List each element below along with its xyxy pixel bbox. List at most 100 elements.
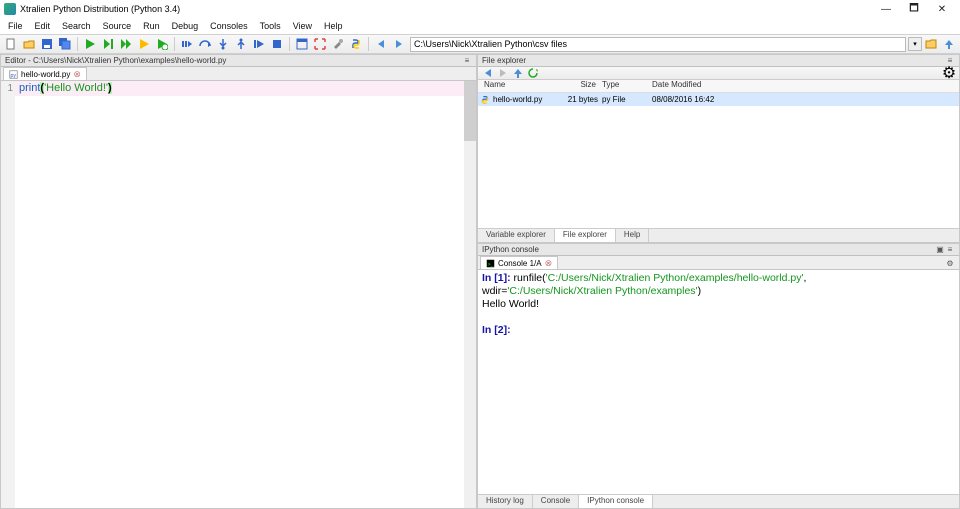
fullscreen-button[interactable] — [312, 36, 328, 52]
file-size: 21 bytes — [562, 95, 602, 104]
refresh-explorer-button[interactable] — [527, 67, 539, 79]
window-title: Xtralien Python Distribution (Python 3.4… — [20, 4, 180, 14]
file-row[interactable]: hello-world.py 21 bytes py File 08/08/20… — [478, 93, 959, 106]
app-icon — [4, 3, 16, 15]
debug-button[interactable] — [179, 36, 195, 52]
up-dir-button[interactable] — [512, 67, 524, 79]
editor-options-button[interactable]: ≡ — [462, 56, 472, 66]
file-type: py File — [602, 95, 652, 104]
console-line-4: In [2]: — [482, 324, 955, 337]
console-gear-button[interactable]: ⚙ — [945, 259, 955, 269]
continue-button[interactable] — [251, 36, 267, 52]
tab-ipython-console[interactable]: IPython console — [579, 495, 653, 508]
col-type[interactable]: Type — [602, 80, 652, 92]
code-line-1: print('Hello World!') — [19, 81, 112, 96]
parent-dir-button[interactable] — [941, 36, 957, 52]
python-path-button[interactable] — [348, 36, 364, 52]
close-button[interactable]: ✕ — [928, 2, 956, 16]
editor-tab[interactable]: py hello-world.py ⊗ — [3, 67, 87, 80]
tab-console[interactable]: Console — [533, 495, 579, 508]
next-dir-button[interactable] — [497, 67, 509, 79]
file-explorer-title-bar: File explorer ≡ — [478, 55, 959, 67]
editor-title-bar: Editor - C:\Users\Nick\Xtralien Python\e… — [1, 55, 476, 67]
editor-scrollbar[interactable] — [464, 81, 476, 508]
file-explorer-title: File explorer — [482, 56, 526, 65]
python-file-icon — [480, 95, 490, 105]
run-cell-advance-button[interactable] — [118, 36, 134, 52]
console-output[interactable]: In [1]: runfile('C:/Users/Nick/Xtralien … — [478, 270, 959, 494]
col-size[interactable]: Size — [558, 80, 602, 92]
tab-help[interactable]: Help — [616, 229, 649, 242]
preferences-button[interactable] — [330, 36, 346, 52]
editor-tabstrip: py hello-world.py ⊗ — [1, 67, 476, 81]
save-button[interactable] — [39, 36, 55, 52]
file-explorer-body[interactable] — [478, 106, 959, 241]
file-explorer-pane: File explorer ≡ ⚙ Name Size Type Date Mo… — [477, 54, 960, 243]
editor-tab-close-icon[interactable]: ⊗ — [73, 69, 81, 80]
menu-run[interactable]: Run — [137, 21, 166, 31]
prev-dir-button[interactable] — [482, 67, 494, 79]
tab-file-explorer[interactable]: File explorer — [555, 229, 616, 242]
menu-help[interactable]: Help — [318, 21, 349, 31]
console-line-2: wdir='C:/Users/Nick/Xtralien Python/exam… — [482, 285, 955, 298]
file-list-header[interactable]: Name Size Type Date Modified — [478, 80, 959, 93]
explorer-tab-row: Variable explorer File explorer Help — [478, 228, 959, 242]
file-name: hello-world.py — [493, 95, 542, 104]
tab-variable-explorer[interactable]: Variable explorer — [478, 229, 555, 242]
open-file-button[interactable] — [21, 36, 37, 52]
console-blank-line — [482, 311, 955, 324]
step-over-button[interactable] — [197, 36, 213, 52]
console-line-3: Hello World! — [482, 298, 955, 311]
menu-file[interactable]: File — [2, 21, 29, 31]
console-tab-close-icon[interactable]: ⊗ — [545, 258, 553, 269]
ipython-options-button[interactable]: ≡ — [945, 245, 955, 255]
ipython-console-pane: IPython console ▣ ≡ >_ Console 1/A ⊗ ⚙ I… — [477, 243, 960, 509]
save-all-button[interactable] — [57, 36, 73, 52]
ipython-maximize-button[interactable]: ▣ — [935, 245, 945, 255]
new-file-button[interactable] — [3, 36, 19, 52]
tab-history-log[interactable]: History log — [478, 495, 533, 508]
menu-tools[interactable]: Tools — [254, 21, 287, 31]
run-cell-button[interactable] — [100, 36, 116, 52]
file-date: 08/08/2016 16:42 — [652, 95, 959, 104]
browse-dir-button[interactable] — [923, 36, 939, 52]
line-gutter: 1 — [1, 81, 15, 508]
console-tabstrip: >_ Console 1/A ⊗ ⚙ — [478, 256, 959, 270]
ipython-title-bar: IPython console ▣ ≡ — [478, 244, 959, 256]
svg-text:>_: >_ — [488, 261, 494, 267]
maximize-button[interactable]: 🗖 — [900, 2, 928, 16]
col-date[interactable]: Date Modified — [652, 80, 959, 92]
menu-source[interactable]: Source — [97, 21, 138, 31]
cwd-history-dropdown[interactable]: ▾ — [908, 37, 922, 51]
menu-view[interactable]: View — [287, 21, 318, 31]
col-name[interactable]: Name — [478, 80, 558, 92]
back-button[interactable] — [373, 36, 389, 52]
menu-consoles[interactable]: Consoles — [204, 21, 254, 31]
editor-pane: Editor - C:\Users\Nick\Xtralien Python\e… — [0, 54, 477, 509]
minimize-button[interactable]: — — [872, 2, 900, 16]
menu-edit[interactable]: Edit — [29, 21, 57, 31]
code-editor[interactable]: 1 print('Hello World!') — [1, 81, 476, 508]
line-number: 1 — [1, 81, 13, 96]
step-into-button[interactable] — [215, 36, 231, 52]
file-explorer-menu-button[interactable]: ⚙ — [943, 67, 955, 79]
menu-debug[interactable]: Debug — [166, 21, 205, 31]
step-out-button[interactable] — [233, 36, 249, 52]
console-line-1: In [1]: runfile('C:/Users/Nick/Xtralien … — [482, 272, 955, 285]
console-icon: >_ — [486, 259, 495, 268]
run-line-button[interactable] — [136, 36, 152, 52]
working-directory-input[interactable] — [410, 37, 906, 52]
run-button[interactable] — [82, 36, 98, 52]
main-toolbar: ▾ — [0, 34, 960, 54]
svg-text:py: py — [11, 72, 17, 78]
stop-debug-button[interactable] — [269, 36, 285, 52]
console-tab[interactable]: >_ Console 1/A ⊗ — [480, 256, 558, 269]
console-tab-row: History log Console IPython console — [478, 494, 959, 508]
menu-search[interactable]: Search — [56, 21, 97, 31]
run-again-button[interactable] — [154, 36, 170, 52]
maximize-pane-button[interactable] — [294, 36, 310, 52]
ipython-title: IPython console — [482, 245, 539, 254]
forward-button[interactable] — [391, 36, 407, 52]
editor-tab-label: hello-world.py — [21, 70, 70, 79]
window-titlebar: Xtralien Python Distribution (Python 3.4… — [0, 0, 960, 18]
